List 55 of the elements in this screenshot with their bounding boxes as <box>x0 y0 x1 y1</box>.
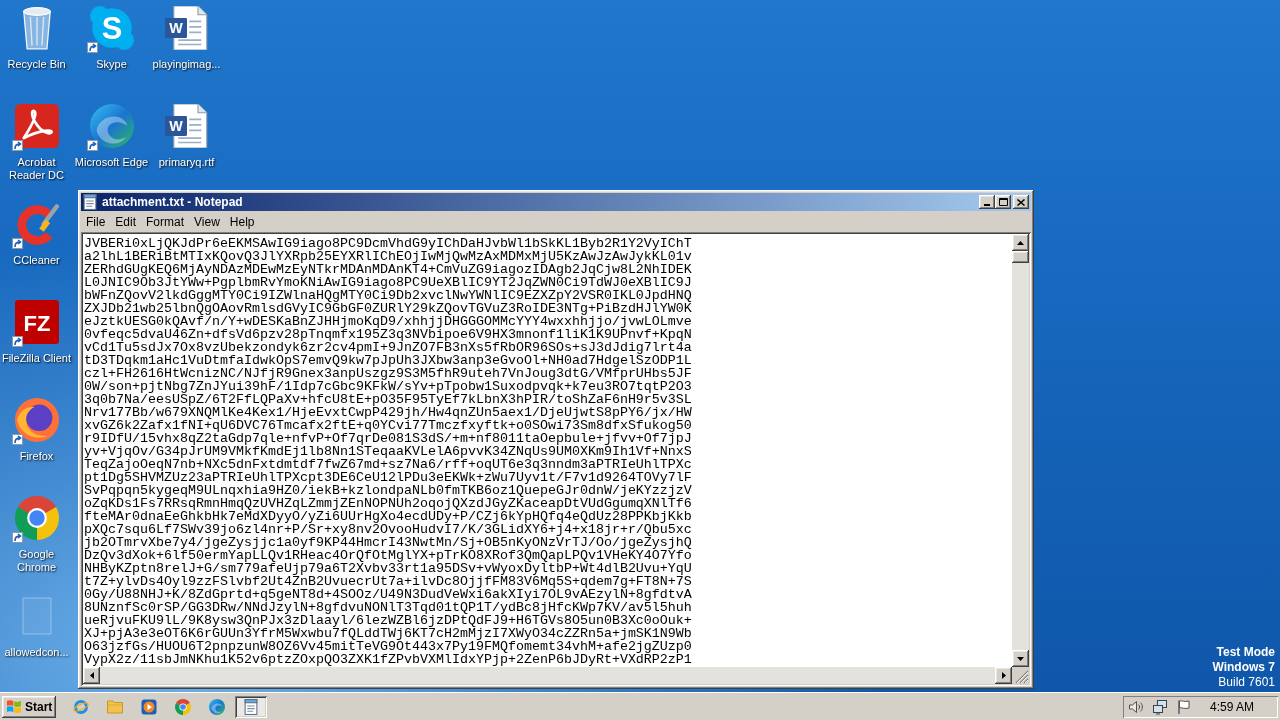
resize-grip-icon[interactable] <box>1012 667 1029 684</box>
caret-down-icon <box>1017 656 1024 661</box>
scroll-left-button[interactable] <box>83 667 100 684</box>
desktop-icon-label[interactable]: Acrobat Reader DC <box>0 156 74 182</box>
caret-right-icon <box>1001 672 1006 679</box>
desktop-icon-label[interactable]: Google Chrome <box>0 548 74 574</box>
flag-icon[interactable] <box>1175 698 1192 715</box>
desktop-icon-label[interactable]: Microsoft Edge <box>74 156 149 169</box>
menu-item[interactable]: View <box>189 214 225 230</box>
caret-up-icon <box>1017 240 1024 245</box>
ring-logo-icon[interactable] <box>175 698 192 715</box>
network-icon[interactable] <box>1151 698 1168 715</box>
scroll-right-button[interactable] <box>995 667 1012 684</box>
desktop-icon-label[interactable]: CCleaner <box>0 254 74 267</box>
globe-logo-icon[interactable] <box>14 398 59 442</box>
desktop-icon-label[interactable]: playingimag... <box>149 58 224 71</box>
menu-item[interactable]: Edit <box>110 214 142 230</box>
taskbar-button[interactable] <box>235 695 268 718</box>
test-mode-text: Test Mode <box>1216 645 1275 660</box>
desktop-icon-label[interactable]: primaryq.rtf <box>149 156 224 169</box>
test-mode-text: Windows 7 <box>1212 660 1275 675</box>
windows-flag-icon <box>6 699 22 714</box>
menu-item[interactable]: Format <box>141 214 190 230</box>
scroll-down-button[interactable] <box>1012 650 1029 667</box>
maximize-button[interactable] <box>995 195 1011 209</box>
minimize-icon <box>984 203 990 206</box>
fz-logo-icon[interactable]: FZ <box>14 300 59 344</box>
scrollbar-thumb[interactable] <box>1012 251 1029 263</box>
scroll-up-button[interactable] <box>1012 234 1029 251</box>
menu-item[interactable]: File <box>81 214 111 230</box>
maximize-icon <box>998 198 1008 206</box>
horizontal-scrollbar[interactable] <box>83 667 1012 684</box>
notepad-icon <box>83 194 97 210</box>
play-logo-icon[interactable] <box>141 698 158 715</box>
ring-logo-icon[interactable] <box>14 496 59 540</box>
menu-item[interactable]: Help <box>224 214 260 230</box>
window-title: attachment.txt - Notepad <box>102 195 243 209</box>
swirl-logo-icon[interactable] <box>14 104 59 148</box>
clock-time[interactable]: 4:59 AM <box>1209 699 1254 714</box>
start-button[interactable]: Start <box>2 695 57 718</box>
close-button[interactable] <box>1013 195 1029 209</box>
vertical-scrollbar[interactable] <box>1012 234 1029 667</box>
speaker-icon[interactable] <box>1127 698 1144 715</box>
test-mode-text: Build 7601 <box>1218 675 1275 690</box>
desktop-icon-label[interactable]: FileZilla Client <box>0 352 74 365</box>
wave-logo-icon[interactable] <box>209 698 226 715</box>
desktop-icon-label[interactable]: Skype <box>74 58 149 71</box>
caret-left-icon <box>89 672 94 679</box>
desktop-icon-label[interactable]: Firefox <box>0 450 74 463</box>
notepad-icon <box>243 698 260 715</box>
close-icon <box>1017 198 1025 206</box>
desktop-icon-label[interactable]: Recycle Bin <box>0 58 74 71</box>
document-text[interactable]: JVBERi0xLjQKJdPr6eEKMSAwIG9iago8PC9DcmVhdG9yIChDaHJvbWl1bSkKL1Byb2R1Y2VyIChT a2lhL1BERiBtMTIxKQovQ3JlYXRpb25EYXRlIChEOjIwMjQwMzAxMDMxMjU5KzAwJzAwJykKL01v ZERhdGUgKEQ6MjAyNDAzMDEwMzEyNTkrMDAnMDAnKT4+CmVuZG9iagozIDAgb2JqCjw8L2NhIDEK L0JNIC9Ob3JtYWw+PgplbmRvYmoKNiAwIG9iago8PC9UeXBlIC9YT2JqZWN0Ci9TdWJ0eXBlIC9J bWFnZQovV2lkdGggMTY0Ci9IZWlnaHQgMTY0Ci9Db2xvclNwYWNlIC9EZXZpY2VSR0IKL0JpdHNQ ZXJDb21wb25lbnQgOAovRmlsdGVyIC9GbGF0ZURlY29kZQovTGVuZ3RoIDE3NTg+PiBzdHJlYW0K eJztkUESG0kQAvf/n/Y+wDESKaBnZJHHjmoKqD9/xhhjjDHGGGOMMcYYY4wxxhhjjo/jvwLOLmve 0vfeqc5dvaU46Zn+dfsVd6pzv28pTnqmfx195Z3q3NVbipoe6V9HX3mnonf1liK1K9UPnvf+KpqN vCd1Tu5sdJx7Ox8vzUbekzondyk6zr2cv4pmI+9JnZO7FB3nXs5fRbOR96SOs+sJ3dJdig7lrt4a tD3TDqkm1aHc1VuDtmfaIdwkOpS7emvQ9kw7pJpUh3JXbw3anp3eGvoOl+NH0ad7HdgelSzODP1L czl+FH2616HtWcnizNC/NJfjR9Gnex3anpUszgz9S3M5fhR9uteh7VnJoug3dtG/VMfprUHbs5JF 0W/son+pjtNbg7ZnJYui39hF/1Idp7cGbc9KFkW/sYv+pTpobw1Suxodpvqk+k7eu3RO7tqtP2O3 3q0b7Na/eesUSpZ/6T2FfLQPaXv+hfcU8tE+pO35F95TyEf7kLbnX3hPIR/toShZaF6nH9r5v3SL Nrv177Bb/w679XNQMlKe4Kex1/HjeEvxtCwpP429jh/Hw4qnZUn5aex1/DjeUjwtS8pPY6/jx/HW xvGZ6k2Zafx1fNI+qU6DVC76Tmcafx2ftE+q0YCvi77Tmczfxyftk+o0SOwi73Sm8dfxSfukog50 r9IDfU/15vhx8qZ2taGdp7qle+nfvP+Of7qrDe081S3dS/+m+nf8011taOepbule+jfvv+Of7jpJ yv+VjqOv/G34pJrUM9VMkfKmdEj1lb8Nn1STeqaaKVLelA6pvvK34ZNqUs9UM0XKm9Ih1Vf+NnxS TeqZajoOeqN7nb+NXc5dnFxtdmtdf7fwZ67md+sz7Na6/rff+oqUT6e3q3nndm3aPTRIeUhlTPXc pt1Dg5SHVMZUz23aPTRIeUhlTPXcpt3DE6CeU12lPDu3eEKWk+zWu7Uyv1t/F7v1d9264TOVy7lF SvPqpqn5kygeqM9ULnqxhia9HZ0/iekB+kzlondpaNLb0fmTKB6oz1QuepeGJr0dnW/jeKYzzjzV oZqKDs1Fs7RRsqRmnHmqQzUVHZqLZmmjZEnNOPNUh2oqojQXzdJGyZKaceapDtVUdGgumqXNlTf6 fteMAr0dnaEeGhkbHk7eMdXDyyO/yZi6UUrHgXo4ecdUDy+P/CZj6kYpHQfq4eQdUz28PPKbjKkb pXQc7squ6Lf7SWv39jo6zl4nr+P/Sr+xy8nv2OvooHudvI7/K/3GLidXY6+j4+x18jr+r/Qbu5xc jb2OTmrvXbe7y4/jgeZysjjc1a0yf9KP44HmcrI43NwtMn/Sj+OB5nKyONzVrTJ/Oo/jgeZysjhQ DzQv3dXok+6lf50ermYapLLQv1RHeac4OrQfOtMglYX+pTrKO8XRof3QmQapLPQv1VHeKY4O7Yfo NHByKZptn8relJ+G/sm779afeUjp79a6T2Xvbv33rt1a95DSv+vWyoxDyltbP+Wt4dlB2Uvu+YqU t7Z+ylvDs4Oyl9zzFSlvbf2Ut4ZnB2UvuecrUt7a+ilvDc8OjjfFM83V6Mq5S+qdem7g+FT8N+7S 0Gy/U88NHJ+K/8ZdGprtd+q5geNT8d+4SOOz/U49N3DudVeWxi6akXIyi7OL9vAEzylN+8gfdtvA 8UNznfSc0rSP/GG3DRw/NNdJzylN+8gfdvuNONlT3Tqd01tQP1T/ydBc8jHfcKWp7KV/av5l5huh ueRjvuFKU9lL/9K8ysw3QnPJx3zDlaayl/6lezWZBl6jzDPtQdFJ9+H6TGVs8O5un0B3Xc0oOuk+ XJ+pjA3e3eOT6K6rGUUn3YfrM5Wxwbu7fQLddTWj6KT7cH2mMjzI7XWyO34cZZRn5a+jmSK1N9Wb O63jzfGs/HUOU6T2pnpzunW8OZ6Vv45mitTeVG9Ot443x7Py19FMQfomemt34vhM+afe2jgZUzp0 VypX2z/11sbJmNKhu1K52v6ptzZOxpQO3ZXK1fZPvbVXMlIdxYPjp+2ZenP6bJDyRt+VXdRP2zP1 <box>83 234 1012 667</box>
desktop-icon-label[interactable]: allowedcon... <box>0 646 74 659</box>
minimize-button[interactable] <box>979 195 995 209</box>
